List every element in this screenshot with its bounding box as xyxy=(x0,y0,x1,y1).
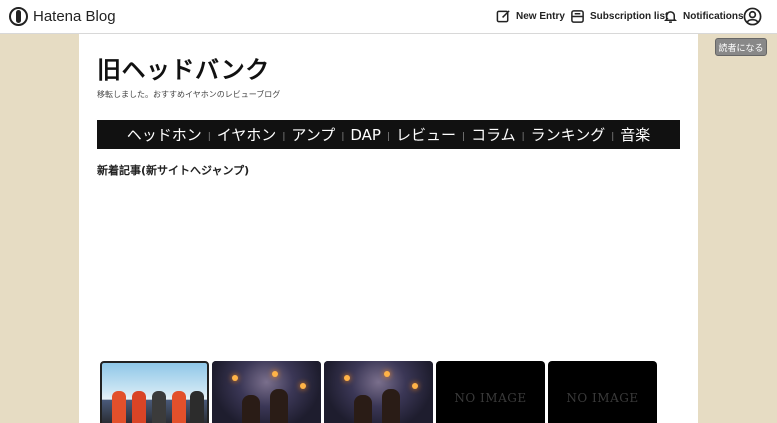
hatena-blog-logo[interactable]: Hatena Blog xyxy=(9,7,116,26)
nav-separator: | xyxy=(521,131,525,142)
no-image-label: NO IMAGE xyxy=(454,391,527,405)
nav-item-ranking[interactable]: ランキング xyxy=(531,124,606,145)
thumbnail-item[interactable]: NO IMAGE xyxy=(548,361,657,423)
nav-item-dap[interactable]: DAP xyxy=(350,126,381,144)
nav-item-earphones[interactable]: イヤホン xyxy=(217,124,277,145)
user-account-icon[interactable] xyxy=(743,7,762,26)
new-entry-label: New Entry xyxy=(516,11,565,22)
nav-separator: | xyxy=(611,131,615,142)
section-title: 新着記事(新サイトへジャンプ) xyxy=(97,164,250,177)
nav-item-headphones[interactable]: ヘッドホン xyxy=(127,124,202,145)
nav-item-music[interactable]: 音楽 xyxy=(620,124,650,145)
thumbnail-item[interactable] xyxy=(324,361,433,423)
subscription-list-button[interactable]: Subscription list xyxy=(570,9,668,24)
global-nav: ヘッドホン | イヤホン | アンプ | DAP | レビュー | コラム | … xyxy=(97,120,680,149)
edit-icon xyxy=(496,10,510,23)
new-entry-button[interactable]: New Entry xyxy=(496,9,565,24)
blog-content: 旧ヘッドバンク 移転しました。おすすめイヤホンのレビューブログ ヘッドホン | … xyxy=(79,34,698,423)
nav-separator: | xyxy=(341,131,345,142)
thumbnail-item[interactable]: NO IMAGE xyxy=(436,361,545,423)
notifications-label: Notifications xyxy=(683,11,744,22)
nav-separator: | xyxy=(462,131,466,142)
bell-icon xyxy=(664,11,677,23)
subscribe-button[interactable]: 読者になる xyxy=(715,38,767,56)
nav-separator: | xyxy=(282,131,286,142)
notifications-button[interactable]: Notifications xyxy=(663,9,744,24)
nav-item-column[interactable]: コラム xyxy=(471,124,516,145)
nav-separator: | xyxy=(207,131,211,142)
global-header: Hatena Blog New Entry Subscription list … xyxy=(0,0,777,34)
thumbnail-strip: NO IMAGE NO IMAGE xyxy=(100,361,657,423)
anime-night-scene-image xyxy=(324,361,433,423)
no-image-label: NO IMAGE xyxy=(566,391,639,405)
brand-name: Hatena Blog xyxy=(33,8,116,25)
subscription-icon xyxy=(571,10,584,23)
anime-group-image xyxy=(102,363,207,423)
nav-separator: | xyxy=(386,131,390,142)
blog-description: 移転しました。おすすめイヤホンのレビューブログ xyxy=(97,90,281,99)
blog-title[interactable]: 旧ヘッドバンク xyxy=(97,50,270,85)
thumbnail-item[interactable] xyxy=(100,361,209,423)
hatena-logo-icon xyxy=(9,7,28,26)
anime-night-scene-image xyxy=(212,361,321,423)
subscription-list-label: Subscription list xyxy=(590,11,669,22)
nav-item-review[interactable]: レビュー xyxy=(396,124,456,145)
nav-item-amp[interactable]: アンプ xyxy=(291,124,335,145)
thumbnail-item[interactable] xyxy=(212,361,321,423)
